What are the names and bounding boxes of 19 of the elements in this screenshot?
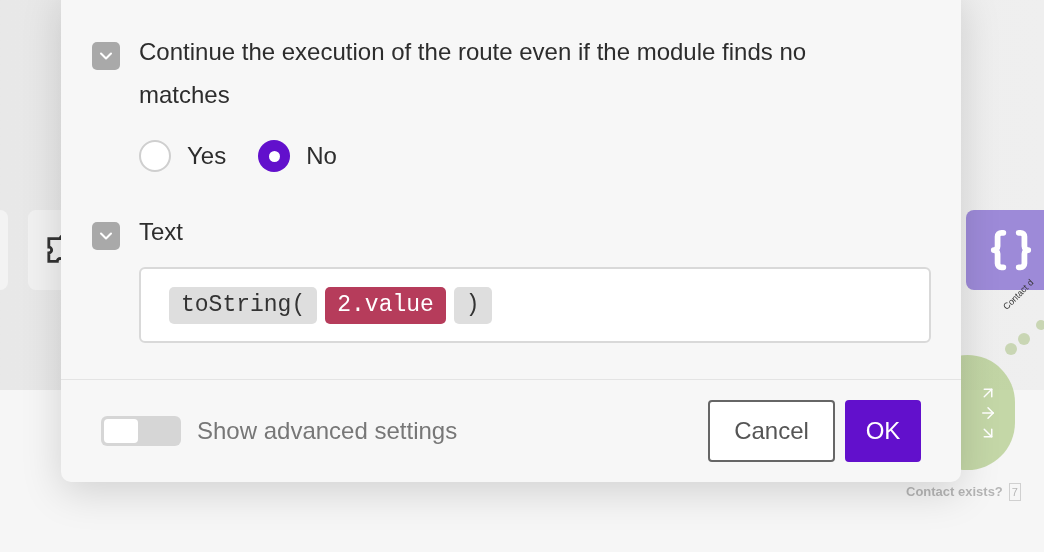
function-token: ) (453, 286, 492, 324)
variable-token: 2.value (325, 286, 446, 324)
text-input-field[interactable]: toString( 2.value ) (139, 267, 931, 343)
advanced-settings-toggle[interactable] (101, 416, 181, 446)
radio-button[interactable] (258, 140, 291, 172)
radio-button[interactable] (139, 140, 171, 172)
toggle-label: Show advanced settings (197, 416, 458, 446)
radio-option[interactable]: No (258, 138, 337, 174)
field-label: Continue the execution of the route even if the module finds no matches (139, 37, 808, 110)
collapse-toggle[interactable] (92, 222, 120, 250)
collapse-toggle[interactable] (92, 42, 120, 70)
cancel-button[interactable]: Cancel (708, 400, 835, 462)
field-label: Text (139, 217, 184, 247)
node-badge: 7 (1008, 482, 1021, 501)
node-label: Contact exists? (906, 483, 1003, 501)
radio-option[interactable]: Yes (139, 138, 227, 174)
braces-icon (988, 227, 1034, 273)
ok-button[interactable]: OK (845, 400, 921, 462)
function-token: toString( (169, 286, 318, 324)
